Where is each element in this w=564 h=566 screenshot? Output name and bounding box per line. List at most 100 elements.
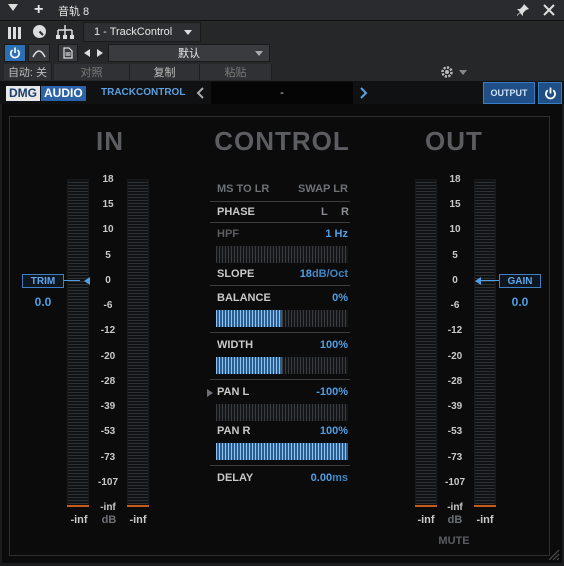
- slope-label: SLOPE: [217, 268, 255, 280]
- power-button[interactable]: [4, 44, 26, 62]
- gain-marker-line: [480, 280, 500, 281]
- power-icon: [10, 47, 20, 59]
- scale-tick-label: 18: [102, 174, 114, 185]
- slope-value[interactable]: 18dB/Oct: [280, 268, 348, 280]
- plugin-slot-select[interactable]: 1 - TrackControl: [83, 22, 201, 42]
- scale-tick-label: -107: [97, 476, 118, 488]
- width-slider-fill: [216, 357, 282, 374]
- pan-r-slider-fill: [216, 443, 348, 460]
- preset-file-button[interactable]: [58, 44, 78, 62]
- pan-r-label: PAN R: [217, 425, 251, 437]
- hpf-slider[interactable]: [216, 246, 348, 263]
- add-icon[interactable]: +: [34, 1, 43, 19]
- scale-tick-label: -6: [103, 300, 113, 312]
- plugin-slot-label: 1 - TrackControl: [94, 26, 173, 38]
- chevron-right-icon: [360, 87, 368, 99]
- separator: [210, 222, 350, 223]
- slope-unit: dB/Oct: [311, 268, 348, 280]
- hpf-value[interactable]: 1 Hz: [290, 228, 348, 240]
- copy-button[interactable]: 复制: [130, 64, 200, 80]
- output-right-peak: -inf: [476, 514, 494, 526]
- scale-tick-label: -107: [444, 476, 465, 488]
- compare-button[interactable]: 对照: [54, 64, 130, 80]
- pan-l-label: PAN L: [217, 386, 250, 398]
- scale-tick-label: 15: [449, 199, 461, 211]
- columns-icon[interactable]: [8, 26, 22, 39]
- balance-value[interactable]: 0%: [290, 292, 348, 304]
- plugin-panel: [9, 116, 550, 556]
- preset-next-button[interactable]: [354, 84, 372, 102]
- scale-tick-label: -12: [100, 325, 116, 337]
- trim-marker-icon[interactable]: [84, 277, 90, 285]
- pan-l-slider[interactable]: [216, 404, 348, 421]
- scale-tick-label: 0: [105, 274, 111, 286]
- preset-select[interactable]: 默认: [108, 44, 270, 62]
- swap-lr-button[interactable]: SWAP LR: [298, 183, 348, 195]
- preset-display[interactable]: -: [211, 82, 353, 104]
- pan-r-value[interactable]: 100%: [290, 425, 348, 437]
- routing-icon[interactable]: [56, 24, 74, 40]
- dial-icon[interactable]: [32, 24, 47, 39]
- scale-tick-label: -20: [100, 350, 116, 362]
- output-meter-left-floor: [415, 505, 437, 507]
- balance-slider[interactable]: [216, 310, 348, 327]
- scale-tick-label: 18: [449, 174, 461, 185]
- balance-slider-fill: [216, 310, 282, 327]
- balance-label: BALANCE: [217, 292, 271, 304]
- width-slider[interactable]: [216, 357, 348, 374]
- plugin-header: DMG AUDIO TRACKCONTROL - OUTPUT: [0, 82, 564, 104]
- close-icon[interactable]: [542, 3, 556, 17]
- chevron-down-icon: [184, 30, 192, 35]
- mute-button[interactable]: MUTE: [432, 535, 476, 547]
- plugin-power-button[interactable]: [538, 82, 562, 104]
- input-db-label: dB: [101, 514, 117, 526]
- gain-marker-icon[interactable]: [475, 277, 481, 285]
- output-left-peak: -inf: [417, 514, 435, 526]
- width-value[interactable]: 100%: [290, 339, 348, 351]
- delay-unit: ms: [332, 472, 348, 484]
- delay-value[interactable]: 0.00ms: [280, 472, 348, 484]
- paste-button[interactable]: 粘贴: [200, 64, 272, 80]
- separator: [210, 465, 350, 466]
- pan-link-icon[interactable]: [207, 389, 213, 397]
- pan-l-value[interactable]: -100%: [290, 386, 348, 398]
- ms-to-lr-button[interactable]: MS TO LR: [217, 183, 269, 195]
- phase-l-button[interactable]: L: [321, 206, 328, 218]
- gear-icon[interactable]: [440, 65, 454, 79]
- chevron-down-icon: [255, 51, 263, 56]
- input-meter-right-floor: [127, 505, 149, 507]
- power-icon: [544, 87, 556, 99]
- scale-tick-label: -28: [100, 375, 116, 387]
- window-menu-icon[interactable]: [8, 4, 18, 11]
- separator: [210, 379, 350, 380]
- automation-toggle[interactable]: 自动: 关: [4, 64, 52, 80]
- scale-tick-label: -inf: [100, 502, 116, 513]
- preset-next-icon[interactable]: [97, 49, 103, 57]
- preset-display-text: -: [280, 87, 284, 99]
- preset-prev-button[interactable]: [192, 84, 210, 102]
- settings-chevron-icon[interactable]: [459, 70, 467, 75]
- phase-r-button[interactable]: R: [341, 206, 349, 218]
- scale-tick-label: -12: [447, 325, 463, 337]
- scale-tick-label: -73: [100, 451, 116, 463]
- scale-tick-label: 5: [105, 249, 111, 261]
- scale-tick-label: 5: [452, 249, 458, 261]
- preset-name: 默认: [178, 48, 200, 60]
- preset-prev-icon[interactable]: [84, 49, 90, 57]
- pin-icon[interactable]: [516, 3, 530, 17]
- bypass-button[interactable]: [28, 44, 50, 62]
- scale-tick-label: -53: [100, 426, 116, 438]
- resize-grip-icon[interactable]: [546, 547, 560, 561]
- delay-label: DELAY: [217, 472, 254, 484]
- pan-r-slider[interactable]: [216, 443, 348, 460]
- scale-tick-label: -6: [450, 300, 460, 312]
- gain-value[interactable]: 0.0: [499, 295, 541, 309]
- phase-label: PHASE: [217, 206, 255, 218]
- separator: [210, 332, 350, 333]
- scale-tick-label: -28: [447, 375, 463, 387]
- scale-tick-label: 0: [452, 274, 458, 286]
- trim-label: TRIM: [22, 274, 64, 288]
- output-button[interactable]: OUTPUT: [483, 82, 535, 104]
- input-meter-left: [67, 179, 89, 507]
- trim-value[interactable]: 0.0: [22, 295, 64, 309]
